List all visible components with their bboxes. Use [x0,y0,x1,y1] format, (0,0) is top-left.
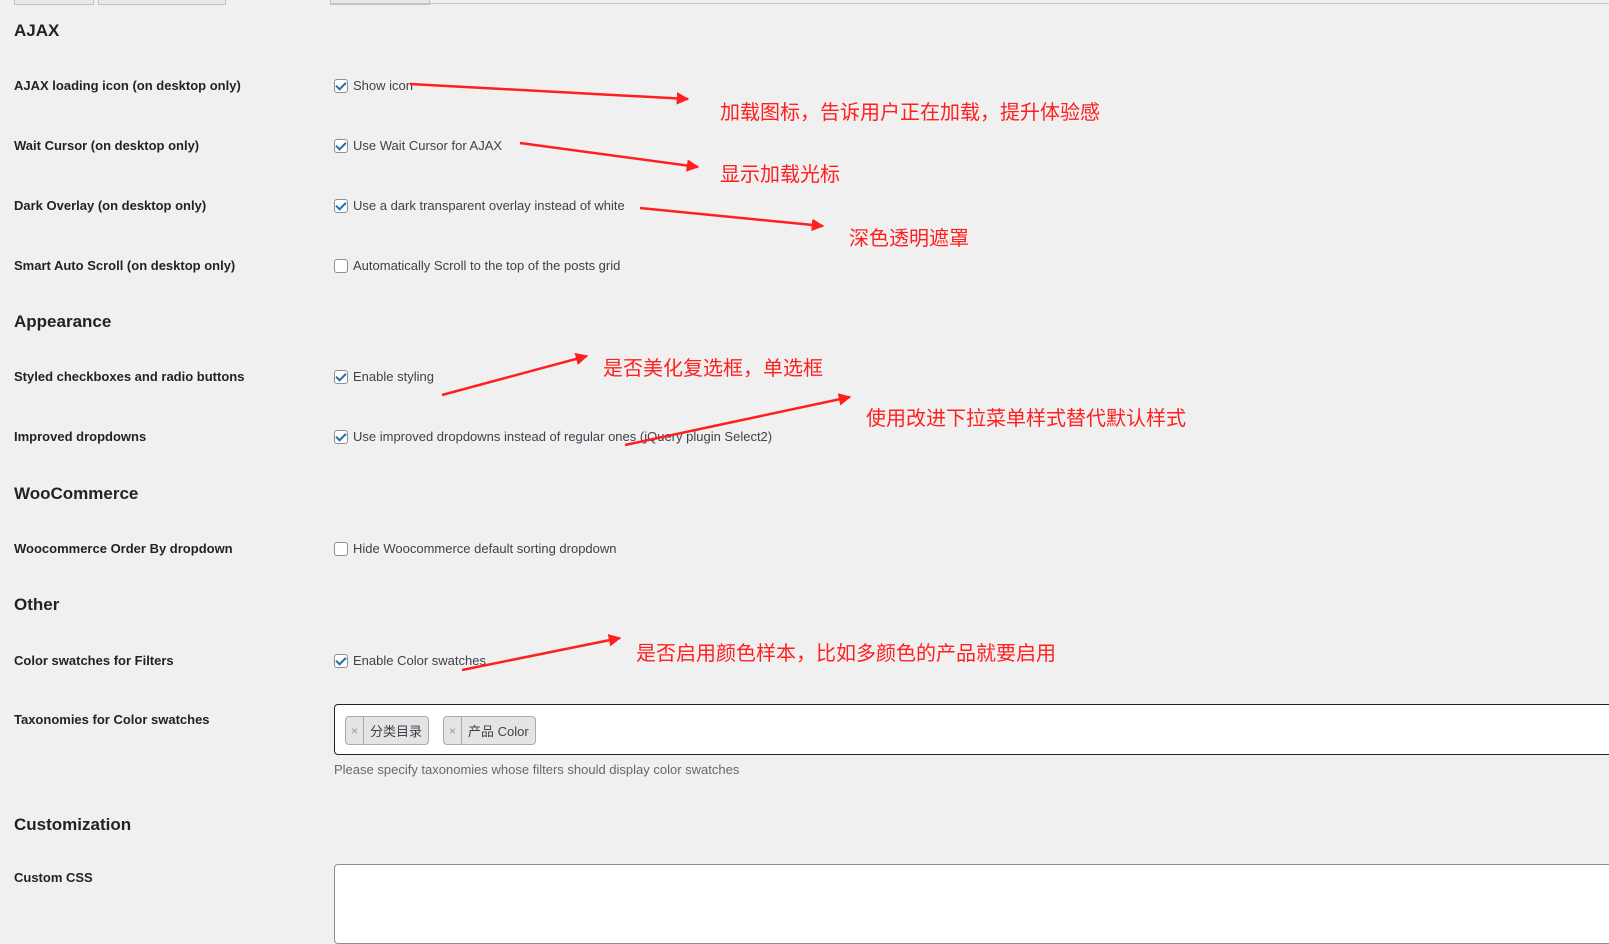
section-title-customization: Customization [14,815,132,834]
checkbox-improved-dropdowns[interactable] [334,430,348,444]
token-label: 分类目录 [370,724,423,739]
checkbox-enable-styling[interactable] [334,370,348,384]
option-dark-overlay-label[interactable]: Use a dark transparent overlay instead o… [353,197,625,215]
option-show-icon-label[interactable]: Show icon [353,77,413,95]
settings-tabs [0,0,1609,5]
token-label: 产品 Color [468,724,529,739]
token-product-color: × 产品 Color [443,716,536,745]
label-woocommerce-order-by: Woocommerce Order By dropdown [14,541,233,556]
label-wait-cursor: Wait Cursor (on desktop only) [14,138,200,153]
token-remove-icon[interactable]: × [444,717,462,744]
label-taxonomies-color-swatches: Taxonomies for Color swatches [14,712,210,727]
label-dark-overlay: Dark Overlay (on desktop only) [14,198,207,213]
option-dark-overlay[interactable]: Use a dark transparent overlay instead o… [334,197,625,215]
label-smart-auto-scroll: Smart Auto Scroll (on desktop only) [14,258,236,273]
tab-divider [330,3,1609,4]
option-auto-scroll[interactable]: Automatically Scroll to the top of the p… [334,257,620,275]
checkbox-show-icon[interactable] [334,79,348,93]
label-ajax-loading-icon: AJAX loading icon (on desktop only) [14,78,241,93]
checkbox-hide-sorting[interactable] [334,542,348,556]
arrow-3 [639,206,825,232]
option-auto-scroll-label[interactable]: Automatically Scroll to the top of the p… [353,257,620,275]
option-enable-styling[interactable]: Enable styling [334,368,434,386]
section-title-other: Other [14,595,60,614]
token-category: × 分类目录 [345,716,430,745]
label-color-swatches: Color swatches for Filters [14,653,174,668]
option-enable-styling-label[interactable]: Enable styling [353,368,434,386]
option-wait-cursor-label[interactable]: Use Wait Cursor for AJAX [353,137,502,155]
tab-stub-2[interactable] [98,0,226,5]
arrow-1 [409,82,690,105]
option-improved-dropdowns[interactable]: Use improved dropdowns instead of regula… [334,428,772,446]
option-enable-color-swatches-label[interactable]: Enable Color swatches [353,652,486,670]
annotation-arrows [409,82,852,672]
annotation-wait-cursor: 显示加载光标 [720,162,840,186]
annotation-color-swatches: 是否启用颜色样本，比如多颜色的产品就要启用 [636,641,1056,665]
annotation-improved-dropdowns: 使用改进下拉菜单样式替代默认样式 [866,406,1186,430]
section-title-appearance: Appearance [14,312,112,331]
checkbox-dark-overlay[interactable] [334,199,348,213]
label-styled-checkboxes: Styled checkboxes and radio buttons [14,369,245,384]
checkbox-enable-color-swatches[interactable] [334,654,348,668]
annotation-styled-checkboxes: 是否美化复选框，单选框 [603,356,823,380]
option-hide-sorting-label[interactable]: Hide Woocommerce default sorting dropdow… [353,540,617,558]
custom-css-textarea[interactable] [334,864,1609,944]
label-improved-dropdowns: Improved dropdowns [14,429,147,444]
token-remove-icon[interactable]: × [346,717,364,744]
section-title-woocommerce: WooCommerce [14,484,139,503]
arrow-2 [519,141,700,172]
checkbox-wait-cursor[interactable] [334,139,348,153]
option-wait-cursor[interactable]: Use Wait Cursor for AJAX [334,137,502,155]
taxonomies-multiselect[interactable]: × 分类目录 × 产品 Color [334,704,1609,755]
option-improved-dropdowns-label[interactable]: Use improved dropdowns instead of regula… [353,428,772,446]
label-custom-css: Custom CSS [14,870,93,885]
option-hide-sorting[interactable]: Hide Woocommerce default sorting dropdow… [334,540,617,558]
tab-stub-1[interactable] [14,0,94,5]
option-enable-color-swatches[interactable]: Enable Color swatches [334,652,486,670]
checkbox-auto-scroll[interactable] [334,259,348,273]
annotation-dark-overlay: 深色透明遮罩 [849,226,969,250]
taxonomies-help-text: Please specify taxonomies whose filters … [334,762,740,777]
option-show-icon[interactable]: Show icon [334,77,413,95]
annotation-loading-icon: 加载图标，告诉用户正在加载，提升体验感 [720,100,1100,124]
arrow-4 [441,352,589,397]
section-title-ajax: AJAX [14,21,60,40]
